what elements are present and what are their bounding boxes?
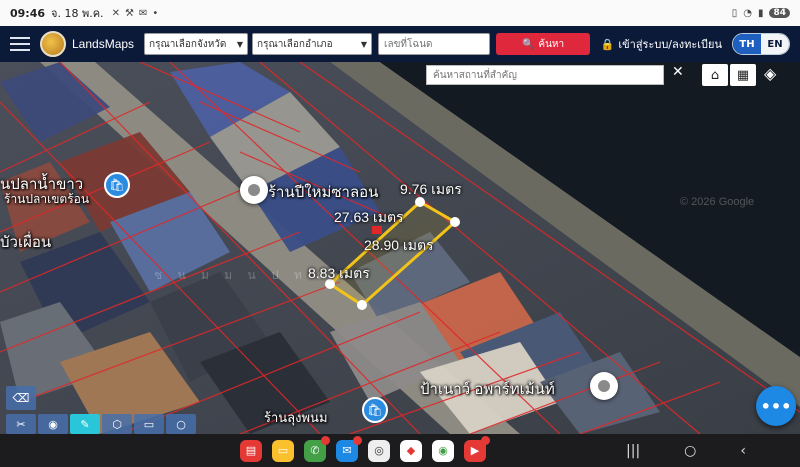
measurement-label: 9.76 เมตร: [400, 181, 462, 197]
place-pin-icon[interactable]: [590, 372, 618, 400]
district-select-value: กรุณาเลือกอำเภอ: [257, 38, 333, 50]
youtube-app-icon[interactable]: ▶: [464, 435, 490, 462]
login-link[interactable]: 🔒 เข้าสู่ระบบ/ลงทะเบียน: [601, 35, 722, 53]
notes-app-icon[interactable]: ▤: [240, 439, 262, 462]
battery-indicator: 84: [769, 8, 790, 18]
place-label-apartment[interactable]: ป้าเนาว์ อพาร์ทเม้นท์: [420, 377, 555, 401]
phone-app-icon[interactable]: ✆: [304, 435, 330, 462]
menu-icon[interactable]: [10, 37, 30, 51]
system-nav: ||| ○ ‹: [626, 443, 746, 459]
place-label-bottom-shop[interactable]: ร้านลุงพนม: [264, 407, 328, 428]
search-icon: 🔍: [521, 38, 535, 50]
home-nav-icon[interactable]: ○: [684, 443, 696, 459]
tools-icon: ⚒: [124, 7, 134, 19]
recents-icon[interactable]: |||: [626, 443, 640, 459]
map-canvas[interactable]: นปลาน้ำขาว ร้านปลาเขตร้อน บัวเผื่อน ร้าน…: [0, 62, 800, 434]
province-select-value: กรุณาเลือกจังหวัด: [149, 38, 227, 50]
top-navbar: LandsMaps กรุณาเลือกจังหวัด ▼ กรุณาเลือก…: [0, 26, 800, 62]
eraser-icon[interactable]: ⌫: [6, 386, 36, 410]
place-search-input[interactable]: [426, 65, 664, 85]
notification-icons: ✕ ⚒ ✉ •: [112, 8, 159, 19]
deed-number-input[interactable]: [378, 33, 491, 55]
place-label-fish-shop-sub[interactable]: ร้านปลาเขตร้อน: [4, 190, 89, 209]
screen: 09:46 จ. 18 พ.ค. ✕ ⚒ ✉ • ▯ ◔ ▮ 84 LandsM…: [0, 0, 800, 467]
parcel-overlay-text: ช น ม ม น ป ท ต า: [154, 268, 354, 282]
brand-name: LandsMaps: [72, 37, 135, 51]
maps-app-icon[interactable]: ◆: [400, 439, 422, 462]
wifi-icon: ◔: [743, 7, 752, 19]
place-pin-icon[interactable]: [240, 176, 268, 204]
measurement-label: 28.90 เมตร: [364, 237, 434, 253]
rectangle-icon[interactable]: ▭: [134, 414, 164, 434]
shop-icon[interactable]: 🛍: [362, 397, 388, 423]
place-label-bua-fuen[interactable]: บัวเผื่อน: [0, 230, 51, 254]
place-label-main-shop[interactable]: ร้านปีใหม่ซาลอน: [268, 180, 378, 204]
district-select[interactable]: กรุณาเลือกอำเภอ ▼: [252, 33, 373, 55]
home-icon[interactable]: ⌂: [702, 64, 728, 86]
close-icon[interactable]: ✕: [672, 64, 684, 80]
ruler-icon[interactable]: ✂: [6, 414, 36, 434]
back-icon[interactable]: ‹: [740, 443, 746, 459]
lang-th-button[interactable]: TH: [733, 34, 761, 54]
layers-icon[interactable]: ◈: [764, 64, 776, 83]
search-button[interactable]: 🔍 ค้นหา: [496, 33, 591, 55]
circle-icon[interactable]: ○: [166, 414, 196, 434]
google-maps-app-icon[interactable]: ◉: [432, 439, 454, 462]
more-options-button[interactable]: •••: [756, 386, 796, 426]
messages-app-icon[interactable]: ✉: [336, 435, 362, 462]
login-label: เข้าสู่ระบบ/ลงทะเบียน: [618, 38, 722, 51]
mail-icon: ✉: [138, 7, 148, 19]
lang-en-button[interactable]: EN: [761, 34, 789, 54]
folder-app-icon[interactable]: ▭: [272, 439, 294, 462]
measurement-label: 27.63 เมตร: [334, 209, 404, 225]
clock: 09:46: [10, 6, 46, 20]
grid-icon[interactable]: ▦: [730, 64, 756, 86]
location-icon[interactable]: ◉: [38, 414, 68, 434]
draw-toolbar: ✂ ◉ ✎ ⬡ ▭ ○: [6, 414, 196, 434]
search-button-label: ค้นหา: [538, 38, 565, 50]
mute-icon: ✕: [111, 7, 120, 19]
language-toggle: TH EN: [732, 33, 790, 55]
measure-line-icon[interactable]: ✎: [70, 414, 100, 434]
chevron-down-icon: ▼: [236, 39, 244, 49]
vibrate-icon: ▯: [731, 7, 738, 19]
camera-app-icon[interactable]: ◎: [368, 439, 390, 462]
app-dock: ▤ ▭ ✆ ✉ ◎ ◆ ◉ ▶: [240, 435, 490, 462]
lock-icon: 🔒: [600, 37, 615, 51]
shop-icon[interactable]: 🛍: [104, 172, 130, 198]
signal-icon: ▮: [757, 7, 764, 19]
polygon-icon[interactable]: ⬡: [102, 414, 132, 434]
date: จ. 18 พ.ค.: [51, 7, 104, 20]
landsmaps-logo: [40, 31, 66, 57]
chevron-down-icon: ▼: [360, 39, 368, 49]
imagery-credit: © 2026 Google: [680, 196, 755, 208]
province-select[interactable]: กรุณาเลือกจังหวัด ▼: [144, 33, 249, 55]
status-bar: 09:46 จ. 18 พ.ค. ✕ ⚒ ✉ • ▯ ◔ ▮ 84: [0, 0, 800, 26]
dot-icon: •: [152, 7, 159, 19]
taskbar: ▤ ▭ ✆ ✉ ◎ ◆ ◉ ▶ ||| ○ ‹: [0, 434, 800, 467]
